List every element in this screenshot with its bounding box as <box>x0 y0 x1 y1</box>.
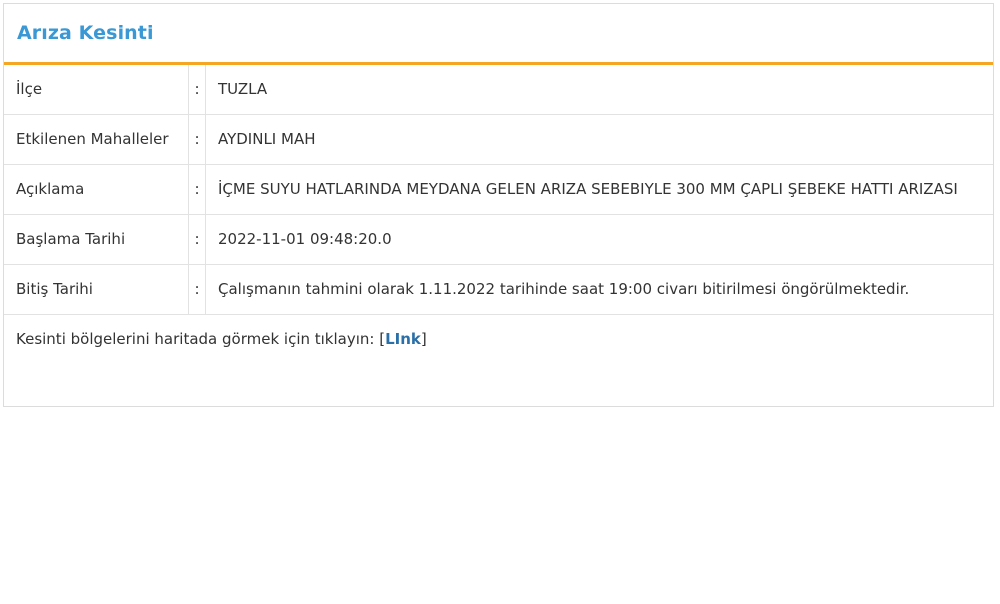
table-row: Açıklama : İÇME SUYU HATLARINDA MEYDANA … <box>4 164 993 215</box>
row-separator: : <box>188 65 206 115</box>
row-label-description: Açıklama <box>4 164 189 215</box>
row-value-neighborhoods: AYDINLI MAH <box>205 114 993 165</box>
panel-title: Arıza Kesinti <box>17 22 154 44</box>
map-link-text: Kesinti bölgelerini haritada görmek için… <box>16 330 380 348</box>
row-separator: : <box>188 264 206 315</box>
table-row: Bitiş Tarihi : Çalışmanın tahmini olarak… <box>4 264 993 315</box>
row-label-district: İlçe <box>4 65 189 115</box>
row-separator: : <box>188 164 206 215</box>
outage-details-table: İlçe : TUZLA Etkilenen Mahalleler : AYDI… <box>4 65 993 315</box>
row-separator: : <box>188 114 206 165</box>
table-row: Etkilenen Mahalleler : AYDINLI MAH <box>4 114 993 165</box>
panel-header: Arıza Kesinti <box>4 4 993 65</box>
table-row: Başlama Tarihi : 2022-11-01 09:48:20.0 <box>4 214 993 265</box>
row-label-start-date: Başlama Tarihi <box>4 214 189 265</box>
map-link-row: Kesinti bölgelerini haritada görmek için… <box>4 315 993 364</box>
table-row: İlçe : TUZLA <box>4 65 993 115</box>
row-value-start-date: 2022-11-01 09:48:20.0 <box>205 214 993 265</box>
row-separator: : <box>188 214 206 265</box>
outage-panel: Arıza Kesinti İlçe : TUZLA Etkilenen Mah… <box>3 3 994 407</box>
map-link[interactable]: LInk <box>385 330 421 348</box>
row-label-end-date: Bitiş Tarihi <box>4 264 189 315</box>
row-label-neighborhoods: Etkilenen Mahalleler <box>4 114 189 165</box>
row-value-district: TUZLA <box>205 65 993 115</box>
link-bracket-close: ] <box>420 330 427 348</box>
row-value-description: İÇME SUYU HATLARINDA MEYDANA GELEN ARIZA… <box>205 164 993 215</box>
row-value-end-date: Çalışmanın tahmini olarak 1.11.2022 tari… <box>205 264 993 315</box>
